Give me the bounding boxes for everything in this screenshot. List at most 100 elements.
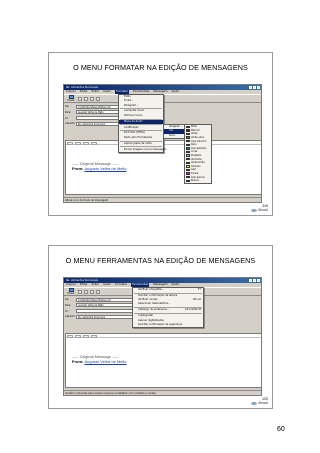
menu-item-aplicar-papel-de-carta[interactable]: Aplicar papel de carta: [119, 142, 163, 146]
menu-editar[interactable]: Editar: [80, 90, 88, 94]
ferramentas-dropdown: Verificar ortografia... F7 Solicitar confi…: [132, 287, 204, 329]
minimize-icon[interactable]: [249, 279, 252, 282]
menu-formatar[interactable]: Formatar: [115, 283, 127, 287]
menu-item-diminuir-recuo[interactable]: Diminuir recuo: [119, 114, 163, 118]
quote-from-name[interactable]: Augusto Velha de Mello: [84, 166, 126, 171]
slide-footer: 119 ifbrasil: [251, 204, 268, 212]
copy-icon[interactable]: [84, 289, 88, 294]
send-label: Enviar: [67, 99, 75, 102]
to-input[interactable]: Augusto Velha de Mello: [76, 303, 135, 308]
color-label: Azul-marinho: [191, 139, 207, 143]
color-label: Fúcsia: [191, 172, 199, 176]
formatar-dropdown: Estilo Fonte... Parágrafo... Aumentar recuo…: [118, 94, 167, 153]
menu-item-label: Catálogo de endereços...: [138, 308, 170, 312]
quoted-header: ----- Original Message ----- From: Augus…: [72, 354, 127, 364]
color-submenu: Preto Marrom Verde Verde-oliva Azul-marinho R…: [184, 124, 212, 184]
color-option-branco[interactable]: Branco: [185, 179, 211, 183]
color-swatch: [186, 143, 190, 146]
menu-exibir[interactable]: Exibir: [92, 283, 99, 287]
menu-item-verificar-ortografia[interactable]: Verificar ortografia... F7: [133, 288, 203, 292]
color-swatch: [186, 175, 190, 179]
to-label: Para:: [65, 303, 72, 307]
menu-item-label: Texto sem Formatação: [124, 135, 153, 139]
menu-item-label: Rich Text (HTML): [124, 131, 145, 135]
menu-item-enviar-imagens-com-a-mensagem[interactable]: Enviar imagens com a mensagem: [119, 148, 167, 152]
menu-item-label: Estilo: [124, 95, 131, 98]
menu-item-codificacao[interactable]: Codificação: [119, 126, 163, 130]
undo-icon[interactable]: [96, 289, 100, 294]
menu-item-label: Fonte...: [124, 99, 134, 103]
menu-item-label: Parágrafo...: [124, 103, 139, 107]
menu-item-selecionar-destinatarios[interactable]: Selecionar destinatários...: [133, 302, 203, 306]
menu-item-label: Codificação: [124, 125, 139, 129]
italic-icon[interactable]: [91, 141, 97, 145]
color-swatch: [186, 154, 190, 157]
menu-inserir[interactable]: Inserir: [103, 283, 111, 287]
color-label: Preto: [191, 125, 197, 129]
format-bar: [66, 334, 261, 338]
quoted-header: ----- Original Message ----- From: Augus…: [72, 161, 127, 171]
submenu-item-som[interactable]: Som...: [164, 134, 184, 138]
close-icon[interactable]: [257, 279, 260, 282]
subject-field: Assunto: Re: Alimentos funcionais: [65, 314, 135, 319]
bold-icon[interactable]: [83, 141, 89, 145]
color-label: Roxo: [191, 143, 197, 147]
quote-from-name[interactable]: Augusto Velha de Mello: [84, 359, 126, 364]
maximize-icon[interactable]: [253, 86, 256, 89]
bold-icon[interactable]: [83, 334, 89, 338]
color-label: Azul-petróleo: [191, 146, 207, 150]
menu-item-label: Aumentar recuo: [124, 109, 145, 113]
from-input[interactable]: contato@professorfreitas.com: [76, 297, 135, 302]
menu-editar[interactable]: Editar: [80, 283, 88, 287]
menu-inserir[interactable]: Inserir: [103, 90, 111, 94]
size-select[interactable]: [75, 141, 81, 145]
size-select[interactable]: [75, 334, 81, 338]
logo: ifbrasil: [251, 401, 268, 405]
menu-exibir[interactable]: Exibir: [92, 90, 99, 94]
paste-icon[interactable]: [90, 289, 94, 294]
color-swatch: [186, 157, 190, 161]
to-field: Para: Augusto Velha de Mello: [65, 303, 135, 308]
send-button[interactable]: Enviar: [66, 288, 76, 295]
color-swatch: [186, 161, 190, 164]
send-label: Enviar: [67, 292, 75, 295]
cut-icon[interactable]: [78, 96, 82, 101]
font-select[interactable]: [67, 334, 73, 338]
menu-item-catalogo-de-enderecos[interactable]: Catálogo de endereços... Ctrl+Shift+B: [133, 308, 203, 312]
undo-icon[interactable]: [96, 96, 100, 101]
message-window: Re: Alimentos funcionais Arquivo Editar …: [63, 277, 262, 396]
subject-input[interactable]: Re: Alimentos funcionais: [76, 314, 135, 319]
maximize-icon[interactable]: [253, 279, 256, 282]
menu-item-paragrafo[interactable]: Parágrafo...: [119, 104, 163, 108]
menu-item-solicitar-confirmacao-de-seguranca[interactable]: Solicitar confirmação de segurança: [133, 323, 203, 327]
status-bar: Contém comandos para anexar arquivos e t…: [64, 390, 261, 395]
message-body[interactable]: ----- Original Message ----- From: Augus…: [65, 333, 261, 388]
color-label: Verde: [191, 132, 198, 136]
menu-item-plano-de-fundo[interactable]: Plano de fundo: [119, 119, 163, 124]
subject-label: Assunto:: [65, 122, 76, 126]
close-icon[interactable]: [257, 86, 260, 89]
send-button[interactable]: Enviar: [66, 95, 76, 102]
subject-label: Assunto:: [65, 315, 76, 319]
menu-item-label: Solicitar confirmação de segurança: [138, 322, 183, 326]
cc-input[interactable]: [76, 309, 135, 314]
page-number: 60: [277, 426, 285, 433]
logo-text: ifbrasil: [258, 401, 268, 405]
slide-formatar: O MENU FORMATAR NA EDIÇÃO DE MENSAGENS R…: [48, 52, 273, 216]
color-swatch: [186, 132, 190, 136]
font-select[interactable]: [67, 141, 73, 145]
copy-icon[interactable]: [84, 96, 88, 101]
cc-field: Cc:: [65, 309, 135, 314]
menu-item-texto-sem-formatacao[interactable]: Texto sem Formatação: [119, 136, 163, 140]
color-label: Branco: [191, 179, 200, 183]
paste-icon[interactable]: [90, 96, 94, 101]
cut-icon[interactable]: [78, 289, 82, 294]
minimize-icon[interactable]: [249, 86, 252, 89]
menu-arquivo[interactable]: Arquivo: [66, 90, 76, 94]
menu-item-label: Verificar ortografia...: [138, 288, 164, 291]
italic-icon[interactable]: [91, 334, 97, 338]
status-bar: Altera a cor de fundo da mensagem: [64, 197, 261, 202]
menu-ajuda[interactable]: Ajuda: [172, 90, 179, 94]
menu-arquivo[interactable]: Arquivo: [66, 283, 76, 287]
color-swatch: [186, 172, 190, 175]
